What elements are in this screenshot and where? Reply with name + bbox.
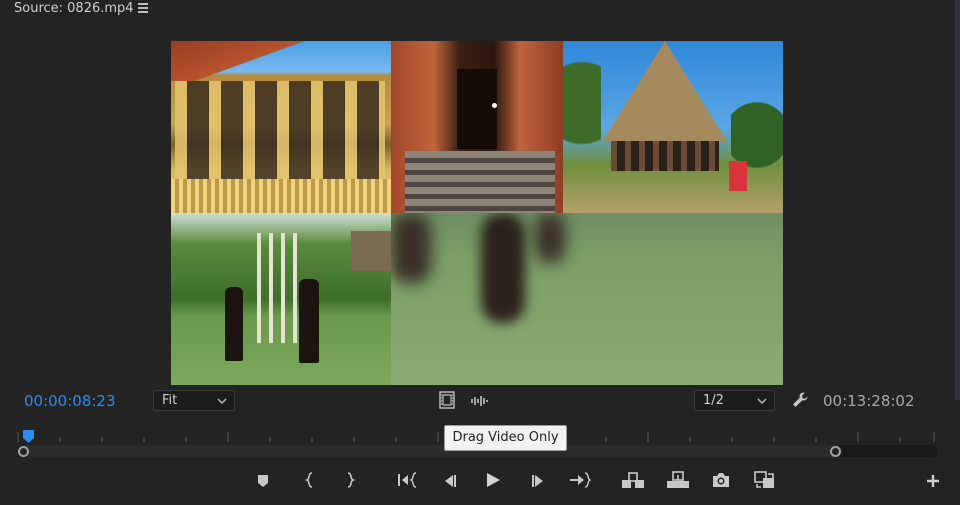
add-marker-icon bbox=[256, 473, 270, 492]
duration-timecode: 00:13:28:02 bbox=[823, 392, 915, 410]
play-button[interactable] bbox=[480, 470, 506, 494]
zoom-handle-left[interactable] bbox=[18, 446, 29, 457]
mark-in-icon bbox=[304, 472, 316, 492]
plus-icon bbox=[926, 473, 940, 492]
step-back-button[interactable] bbox=[437, 470, 463, 494]
insert-button[interactable] bbox=[620, 470, 646, 494]
mark-in-button[interactable] bbox=[297, 470, 323, 494]
mark-out-button[interactable] bbox=[337, 470, 363, 494]
overwrite-icon bbox=[666, 471, 690, 493]
video-viewer[interactable] bbox=[171, 41, 783, 385]
playhead[interactable] bbox=[22, 428, 35, 443]
comparison-view-button[interactable] bbox=[752, 470, 778, 494]
camera-icon bbox=[711, 472, 731, 492]
video-tile-thatched-hut bbox=[563, 41, 783, 213]
zoom-handle-right[interactable] bbox=[830, 446, 841, 457]
video-tile-blurred-dancers bbox=[391, 213, 783, 385]
step-forward-icon bbox=[530, 473, 546, 492]
zoom-select[interactable]: Fit bbox=[153, 390, 235, 411]
panel-edge bbox=[955, 0, 960, 400]
swap-icon bbox=[754, 471, 776, 493]
tooltip: Drag Video Only bbox=[444, 425, 567, 451]
drag-audio-only-icon[interactable] bbox=[470, 393, 490, 409]
video-tile-dancers bbox=[171, 213, 391, 385]
insert-icon bbox=[621, 471, 645, 493]
video-tile-stairs bbox=[391, 41, 563, 213]
export-frame-button[interactable] bbox=[708, 470, 734, 494]
go-to-out-button[interactable] bbox=[567, 470, 593, 494]
panel-tab-bar: Source: 0826.mp4 bbox=[0, 0, 960, 20]
zoom-scrollbar-thumb[interactable] bbox=[22, 445, 842, 457]
step-back-icon bbox=[442, 473, 458, 492]
drag-video-only-icon[interactable] bbox=[438, 391, 456, 409]
wrench-icon[interactable] bbox=[790, 390, 810, 410]
video-tile-temple bbox=[171, 41, 391, 213]
go-to-in-icon bbox=[397, 472, 417, 492]
playback-resolution-select[interactable]: 1/2 bbox=[694, 390, 775, 411]
zoom-select-value: Fit bbox=[162, 393, 178, 408]
chevron-down-icon bbox=[757, 394, 767, 413]
panel-title[interactable]: Source: 0826.mp4 bbox=[14, 0, 134, 17]
go-to-in-button[interactable] bbox=[394, 470, 420, 494]
play-icon bbox=[485, 472, 501, 492]
step-forward-button[interactable] bbox=[525, 470, 551, 494]
button-editor-button[interactable] bbox=[920, 470, 946, 494]
go-to-out-icon bbox=[569, 472, 593, 492]
current-timecode[interactable]: 00:00:08:23 bbox=[24, 392, 116, 410]
add-marker-button[interactable] bbox=[250, 470, 276, 494]
chevron-down-icon bbox=[217, 394, 227, 413]
mark-out-icon bbox=[344, 472, 356, 492]
resolution-select-value: 1/2 bbox=[703, 393, 724, 408]
hamburger-menu-icon[interactable] bbox=[138, 3, 148, 13]
overwrite-button[interactable] bbox=[665, 470, 691, 494]
